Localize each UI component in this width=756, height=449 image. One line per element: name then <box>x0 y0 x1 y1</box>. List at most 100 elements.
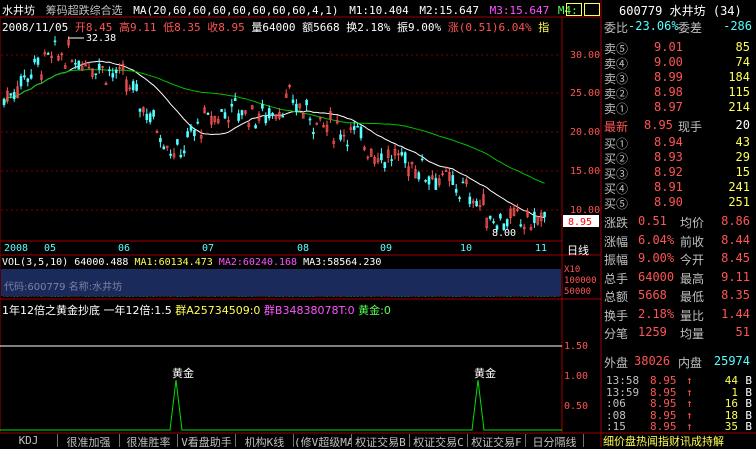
turnover: 换2.18% <box>346 21 391 34</box>
order-price: 8.97 <box>654 100 683 114</box>
candle-body <box>519 224 523 227</box>
tab-1[interactable]: 很准加强 <box>58 434 120 447</box>
low-label: 8.00 <box>492 228 516 239</box>
signal-label: 黄金 <box>474 366 496 380</box>
amplitude: 振9.00% <box>396 21 442 34</box>
candle-body <box>162 146 166 150</box>
order-row[interactable]: 买① 8.94 43 <box>604 135 754 151</box>
quote-name: 水井坊 <box>669 4 706 18</box>
order-row[interactable]: 买② 8.93 29 <box>604 150 754 166</box>
candle-body <box>267 108 271 119</box>
order-volume: 74 <box>735 55 750 69</box>
order-row[interactable]: 卖⑤ 9.01 85 <box>604 40 754 56</box>
stat-row: 总手 64000 最高 9.11 <box>604 270 754 286</box>
candle-body <box>223 112 227 119</box>
price-axis: 30.00 25.00 20.00 15.00 10.00 <box>570 50 600 216</box>
order-row[interactable]: 卖③ 8.99 184 <box>604 70 754 86</box>
window-button[interactable] <box>566 3 582 16</box>
latest-label: 最新 <box>604 120 629 134</box>
stat-cell: 8.44 <box>721 232 750 247</box>
tab-7[interactable]: 权证交易C <box>410 434 468 447</box>
date-tick: 08 <box>297 243 309 254</box>
m2-value: M2:15.647 <box>419 4 480 17</box>
chart-header: 水井坊 筹码超跌综合选 MA(20,60,60,60,60,60,60,60,4… <box>2 2 578 18</box>
tab-3[interactable]: V看盘助手 <box>178 434 236 447</box>
stat-cell: 量比 <box>680 308 705 323</box>
order-price: 8.99 <box>654 70 683 84</box>
tab-8[interactable]: 权证交易F <box>468 434 526 447</box>
candle-body <box>451 175 455 186</box>
stat-row: 换手 2.18% 量比 1.44 <box>604 307 754 323</box>
stat-cell: 振幅 <box>604 253 629 267</box>
waipan-label: 外盘 <box>604 356 629 370</box>
candle-body <box>390 159 393 161</box>
volume-tick: 100000 <box>564 276 597 286</box>
order-row[interactable]: 买③ 8.92 15 <box>604 165 754 181</box>
date-tick: 07 <box>202 243 214 254</box>
candle-body <box>359 126 363 139</box>
order-price: 8.93 <box>654 150 683 164</box>
tab-0[interactable]: KDJ <box>0 434 58 447</box>
order-price: 9.01 <box>654 40 683 54</box>
price-tick: 30.00 <box>570 50 600 61</box>
period-label[interactable]: 日线 <box>567 242 589 258</box>
indicator-header: 1年12倍之黄金抄底 一年12倍:1.5 群A25734509:0 群B3483… <box>2 302 391 318</box>
order-row[interactable]: 卖② 8.98 115 <box>604 85 754 101</box>
stat-cell: 均量 <box>680 327 705 341</box>
stat-row: 涨幅 6.04% 前收 8.44 <box>604 232 754 249</box>
tick-cell: B <box>745 420 752 433</box>
order-row[interactable]: 买⑤ 8.90 251 <box>604 195 754 211</box>
quote-count: (34) <box>712 4 742 18</box>
candle-body <box>352 126 356 130</box>
candle-body <box>53 40 57 43</box>
candle-body <box>417 172 421 180</box>
order-volume: 29 <box>735 150 750 164</box>
order-price: 8.94 <box>654 135 683 149</box>
tab-4[interactable]: 机构K线 <box>236 434 294 447</box>
weicha-label: 委差 <box>678 21 703 35</box>
date-axis: 2008 05 06 07 08 09 10 11 <box>4 243 547 254</box>
quote-code: 600779 <box>619 4 663 18</box>
current-price-tag-text: 8.95 <box>568 217 592 228</box>
volume: 量64000 <box>251 21 296 34</box>
tab-6[interactable]: 权证交易B <box>352 434 410 447</box>
date: 2008/11/05 <box>2 21 69 34</box>
candle-body <box>2 98 6 106</box>
order-price: 8.92 <box>654 165 683 179</box>
candle-body <box>240 110 244 116</box>
indicator-name[interactable]: 筹码超跌综合选 <box>46 4 123 17</box>
ma-line <box>3 60 545 218</box>
candle-body <box>182 150 186 154</box>
volume-header: VOL(3,5,10) 64000.488 MA1:60134.473 MA2:… <box>2 257 381 268</box>
candle-body <box>291 99 295 103</box>
stat-row: 涨跌 0.51 均价 8.86 <box>604 214 754 230</box>
weibi-row: 委比 -23.06% 委差 -286 <box>604 19 754 35</box>
tab-2[interactable]: 很准胜率 <box>120 434 178 447</box>
stat-row: 振幅 9.00% 今开 8.45 <box>604 251 754 267</box>
stat-cell: 8.35 <box>721 288 750 302</box>
candle-body <box>230 103 234 107</box>
candle-body <box>264 115 268 124</box>
date-tick: 11 <box>535 243 547 254</box>
order-volume: 251 <box>728 195 750 209</box>
tab-9[interactable]: 日分隔线 <box>526 434 584 447</box>
candle-body <box>169 153 172 156</box>
order-row[interactable]: 卖① 8.97 214 <box>604 100 754 116</box>
window-button[interactable] <box>584 3 600 16</box>
candle-body <box>19 76 23 87</box>
tab-5[interactable]: (修V超级MACD <box>294 434 352 447</box>
weibi-value: -23.06% <box>628 19 679 33</box>
candle-body <box>533 211 536 223</box>
candle-body <box>94 73 98 76</box>
stat-cell: 8.45 <box>721 251 750 265</box>
order-row[interactable]: 卖④ 9.00 74 <box>604 55 754 71</box>
candle-body <box>36 57 40 65</box>
open: 开8.45 <box>74 21 113 34</box>
low: 低8.35 <box>163 21 201 34</box>
latest-value: 8.95 <box>644 118 673 132</box>
candle-body <box>26 78 30 82</box>
candle-body <box>281 115 285 118</box>
order-row[interactable]: 买④ 8.91 241 <box>604 180 754 196</box>
vol-value: 64000.488 <box>74 257 129 268</box>
chart-frame <box>0 16 602 434</box>
